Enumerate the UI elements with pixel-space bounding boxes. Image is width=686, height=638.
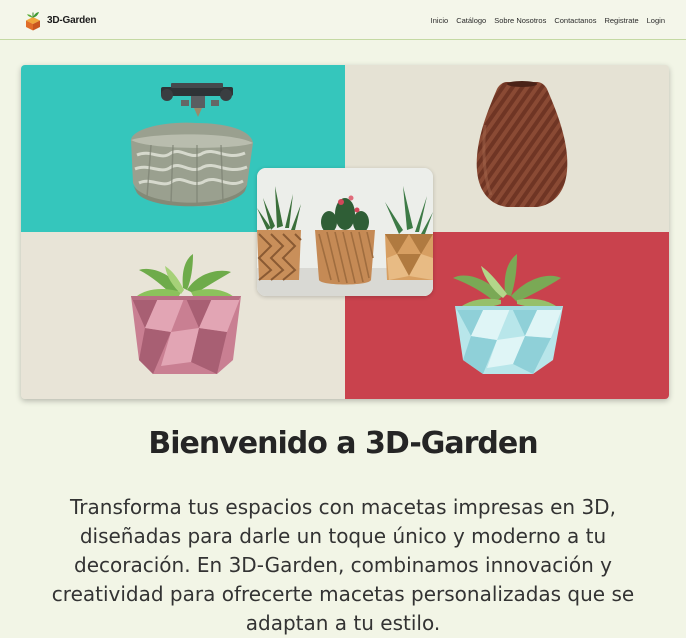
cube-plant-logo-icon (26, 12, 40, 31)
brand-link[interactable]: 3D-Garden (24, 9, 97, 31)
brand-name: 3D-Garden (47, 14, 97, 26)
nav-link-sobre-nosotros[interactable]: Sobre Nosotros (494, 16, 546, 25)
nav-link-login[interactable]: Login (647, 16, 665, 25)
welcome-heading: Bienvenido a 3D-Garden (148, 426, 538, 461)
nav-link-catalogo[interactable]: Catálogo (456, 16, 486, 25)
nav-menu: Inicio Catálogo Sobre Nosotros Contactan… (431, 16, 665, 25)
nav-link-contactanos[interactable]: Contactanos (554, 16, 596, 25)
navbar: 3D-Garden Inicio Catálogo Sobre Nosotros… (0, 0, 686, 40)
three-succulent-pots-card (257, 168, 433, 296)
intro-paragraph: Transforma tus espacios con macetas impr… (51, 495, 635, 635)
nav-link-registrate[interactable]: Registrate (604, 16, 638, 25)
nav-link-inicio[interactable]: Inicio (431, 16, 449, 25)
hero-collage (21, 65, 669, 399)
three-succulent-pots-image (257, 168, 433, 296)
